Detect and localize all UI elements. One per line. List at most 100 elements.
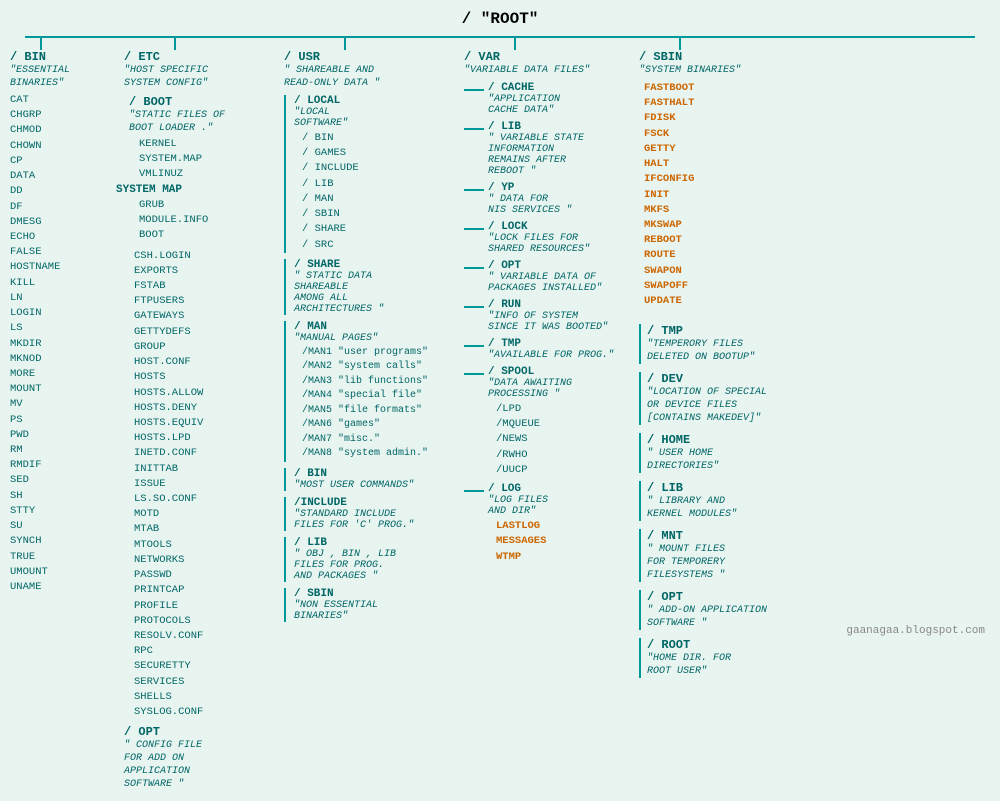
spool-desc: "DATA AWAITINGPROCESSING " <box>488 378 572 400</box>
etc-file: RESOLV.CONF <box>134 629 276 644</box>
boot-desc: "STATIC FILES OFBOOT LOADER ." <box>129 109 276 135</box>
log-file: MESSAGES <box>496 534 548 549</box>
etc-section: / ETC "HOST SPECIFICSYSTEM CONFIG" / BOO… <box>120 38 280 791</box>
opt-section: / OPT " ADD-ON APPLICATIONSOFTWARE " <box>639 590 776 630</box>
etc-file: SHELLS <box>134 690 276 705</box>
local-sub-item: / GAMES <box>302 146 456 161</box>
sbin-file: ROUTE <box>644 248 776 263</box>
opt-desc: " ADD-ON APPLICATIONSOFTWARE " <box>647 604 776 630</box>
etc-file: PRINTCAP <box>134 583 276 598</box>
etc-file: HOSTS.ALLOW <box>134 386 276 401</box>
etc-file: ISSUE <box>134 477 276 492</box>
bin-file: MORE <box>10 367 116 382</box>
var-opt-hline <box>464 267 484 269</box>
cache-header: / CACHE <box>488 82 560 94</box>
usr-bin-section: / BIN "MOST USER COMMANDS" <box>284 468 456 491</box>
local-sub-item: / BIN <box>302 131 456 146</box>
var-opt-header: / OPT <box>488 260 602 272</box>
sbin-file: REBOOT <box>644 233 776 248</box>
bin-file: MV <box>10 397 116 412</box>
lock-section: / LOCK "LOCK FILES FORSHARED RESOURCES" <box>484 221 590 255</box>
home-header: / HOME <box>647 433 776 447</box>
etc-file: FSTAB <box>134 279 276 294</box>
sbin-desc: "SYSTEM BINARIES" <box>639 64 776 77</box>
bin-file: KILL <box>10 276 116 291</box>
spool-header: / SPOOL <box>488 366 572 378</box>
bin-header: / BIN <box>10 50 116 64</box>
etc-desc: "HOST SPECIFICSYSTEM CONFIG" <box>124 64 276 90</box>
var-header: / VAR <box>464 50 631 64</box>
cache-row: / CACHE "APPLICATIONCACHE DATA" <box>464 82 631 116</box>
etc-file: GATEWAYS <box>134 309 276 324</box>
var-section: / VAR "VARIABLE DATA FILES" / CACHE "APP… <box>460 38 635 791</box>
root-header: / ROOT <box>647 638 776 652</box>
etc-file: INETD.CONF <box>134 446 276 461</box>
bin-file: DF <box>10 200 116 215</box>
bin-file: DD <box>10 184 116 199</box>
var-opt-desc: " VARIABLE DATA OFPACKAGES INSTALLED" <box>488 272 602 294</box>
boot-section: / BOOT "STATIC FILES OFBOOT LOADER ." KE… <box>124 95 276 244</box>
bin-file: PWD <box>10 428 116 443</box>
main-h-line <box>25 36 975 38</box>
sbin-file: FSCK <box>644 127 776 142</box>
etc-file: PROFILE <box>134 599 276 614</box>
spool-sub-item: /MQUEUE <box>496 417 572 432</box>
bin-file: SU <box>10 519 116 534</box>
bin-file: HOSTNAME <box>10 260 116 275</box>
man-sub-item: /MAN8 "system admin." <box>302 447 456 462</box>
share-header: / SHARE <box>294 259 456 271</box>
bin-file: CHOWN <box>10 139 116 154</box>
lock-row: / LOCK "LOCK FILES FORSHARED RESOURCES" <box>464 221 631 255</box>
log-file: WTMP <box>496 550 548 565</box>
bin-file: UMOUNT <box>10 565 116 580</box>
bin-section: / BIN "ESSENTIAL BINARIES" CAT CHGRP CHM… <box>10 38 120 791</box>
usr-section: / USR " SHAREABLE ANDREAD-ONLY DATA " / … <box>280 38 460 791</box>
var-tmp-hline <box>464 345 484 347</box>
bin-file: MKDIR <box>10 337 116 352</box>
sbin-file: HALT <box>644 157 776 172</box>
var-tmp-section: / TMP "AVAILABLE FOR PROG." <box>484 338 614 361</box>
watermark: gaanagaa.blogspot.com <box>846 625 985 637</box>
var-desc: "VARIABLE DATA FILES" <box>464 64 631 77</box>
share-desc: " STATIC DATASHAREABLEAMONG ALLARCHITECT… <box>294 271 456 315</box>
bin-file: PS <box>10 413 116 428</box>
usr-header: / USR <box>284 50 456 64</box>
yp-row: / YP " DATA FORNIS SERVICES " <box>464 182 631 216</box>
yp-section: / YP " DATA FORNIS SERVICES " <box>484 182 572 216</box>
bin-file: RM <box>10 443 116 458</box>
system-map-label: SYSTEM MAP <box>113 183 185 197</box>
cache-hline <box>464 89 484 91</box>
sbin-file: GETTY <box>644 142 776 157</box>
local-sub-item: / MAN <box>302 192 456 207</box>
bin-file: LN <box>10 291 116 306</box>
var-lib-hline <box>464 128 484 130</box>
var-lib-row: / LIB " VARIABLE STATEINFORMATIONREMAINS… <box>464 121 631 177</box>
bin-file: CAT <box>10 93 116 108</box>
bin-files: CAT CHGRP CHMOD CHOWN CP DATA DD DF DMES… <box>10 93 116 595</box>
bin-file: TRUE <box>10 550 116 565</box>
sbin-connector <box>679 38 776 50</box>
home-section: / HOME " USER HOMEDIRECTORIES" <box>639 433 776 473</box>
bin-file: MKNOD <box>10 352 116 367</box>
etc-file: HOSTS <box>134 370 276 385</box>
etc-file: GROUP <box>134 340 276 355</box>
man-desc: "MANUAL PAGES" <box>294 333 456 344</box>
man-sub-item: /MAN5 "file formats" <box>302 404 456 419</box>
sbin-section: / SBIN "SYSTEM BINARIES" FASTBOOT FASTHA… <box>635 38 780 791</box>
spool-sub-item: /NEWS <box>496 432 572 447</box>
boot-file: SYSTEM.MAP <box>139 152 276 167</box>
etc-file: EXPORTS <box>134 264 276 279</box>
usr-bin-desc: "MOST USER COMMANDS" <box>294 480 456 491</box>
local-sub-item: / INCLUDE <box>302 161 456 176</box>
sbin-file: IFCONFIG <box>644 172 776 187</box>
log-section: / LOG "LOG FILESAND DIR" LASTLOG MESSAGE… <box>484 483 548 565</box>
local-sub-item: / SBIN <box>302 207 456 222</box>
log-files: LASTLOG MESSAGES WTMP <box>488 519 548 565</box>
bin-file: MOUNT <box>10 382 116 397</box>
log-file: LASTLOG <box>496 519 548 534</box>
bin-file: CHGRP <box>10 108 116 123</box>
etc-file: INITTAB <box>134 462 276 477</box>
log-desc: "LOG FILESAND DIR" <box>488 495 548 517</box>
etc-files: CSH.LOGIN EXPORTS FSTAB FTPUSERS GATEWAY… <box>124 249 276 721</box>
bin-file: STTY <box>10 504 116 519</box>
